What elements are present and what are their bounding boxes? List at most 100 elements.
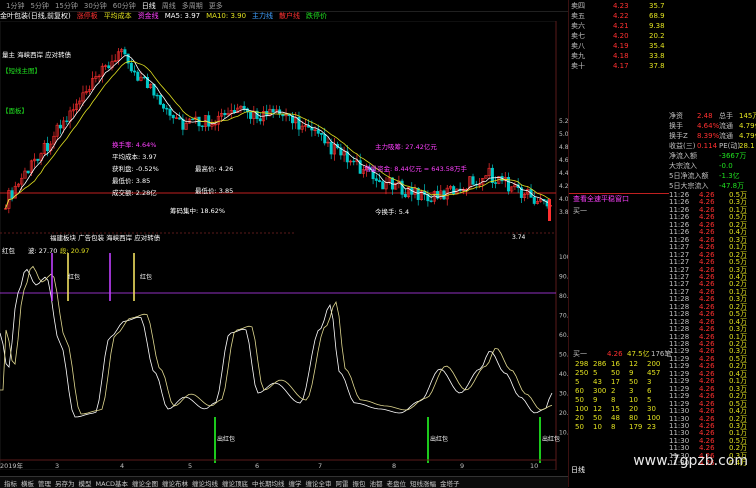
kline-chart[interactable]: 5.205.004.804.604.404.204.003.80100.090.…	[0, 21, 570, 470]
indicator-tab-17[interactable]: 短线涨幅	[410, 478, 436, 488]
sell-level-row: 卖六 4.21 9.38	[569, 22, 756, 31]
indicator-tab-16[interactable]: 老盘位	[386, 478, 406, 488]
queue-cell: 179	[629, 423, 643, 431]
indicator-tab-13[interactable]: 阿雷	[335, 478, 348, 488]
masked-region	[295, 232, 460, 258]
queue-cell: 9	[629, 369, 634, 377]
period-tab-3[interactable]: 30分钟	[84, 1, 107, 11]
queue-cell: 20	[629, 405, 638, 413]
indicator-tab-15[interactable]: 池都	[369, 478, 382, 488]
sell-level-vol: 37.8	[649, 62, 665, 70]
queue-cell: 8	[611, 423, 616, 431]
period-tab-4[interactable]: 60分钟	[113, 1, 136, 11]
vol-label: 成交额: 2.28亿	[112, 188, 157, 197]
watermark-text: www.7gpzb.com	[633, 453, 748, 469]
candle-body	[123, 49, 127, 55]
sell-level-price: 4.22	[613, 12, 629, 20]
sub-v2: 段: 20.97	[60, 246, 89, 255]
indicator-tab-3[interactable]: 另存为	[55, 478, 75, 488]
sell-level-vol: 35.7	[649, 2, 665, 10]
period-tab-8[interactable]: 更多	[209, 1, 223, 11]
indicator-tab-0[interactable]: 指标	[4, 478, 17, 488]
stat2-val: 28.1	[739, 142, 755, 150]
indicator-tab-8[interactable]: 缠论均线	[192, 478, 218, 488]
indicator-tab-18[interactable]: 金塔子	[440, 478, 460, 488]
turnover-today: 今换手: 5.4	[375, 207, 409, 216]
period-tab-2[interactable]: 15分钟	[55, 1, 78, 11]
sell-level-label: 卖六	[571, 22, 585, 30]
flow-key: 大宗流入	[669, 162, 697, 170]
queue-cell: 12	[629, 360, 638, 368]
sell-level-label: 卖四	[571, 2, 585, 10]
period-tab-6[interactable]: 周线	[162, 1, 176, 11]
indicator-tab-6[interactable]: 缠论全图	[132, 478, 158, 488]
candle-body	[65, 120, 69, 122]
queue-cell: 50	[575, 396, 584, 404]
flow-val: -1.3亿	[719, 172, 740, 180]
indicator-tab-5[interactable]: MACD基本	[96, 478, 128, 488]
indicator-tab-1[interactable]: 横板	[21, 478, 34, 488]
flow-row: 5日大宗流入 -47.8万	[569, 182, 756, 191]
stat2-key: 流通	[719, 122, 733, 130]
indicator-tab-7[interactable]: 缠论布林	[162, 478, 188, 488]
sell-level-vol: 20.2	[649, 32, 665, 40]
queue-price: 4.26	[607, 350, 623, 358]
queue-row: 20 50 48 80 100	[569, 414, 756, 423]
candle-body	[136, 71, 140, 81]
queue-row: 60 300 2 3 6	[569, 387, 756, 396]
queue-row: 5 43 17 50 3	[569, 378, 756, 387]
sell-level-price: 4.18	[613, 52, 629, 60]
stat-row: 换手Z 8.39%流通 4.79亿	[569, 132, 756, 141]
flow-val: -0.0	[719, 162, 733, 170]
queue-cell: 250	[575, 369, 589, 377]
low-label: 最低价: 3.85	[195, 186, 233, 195]
candle-body	[374, 178, 378, 181]
x-tick-label: 6	[255, 462, 259, 470]
sell-level-price: 4.21	[613, 22, 629, 30]
bottom-signal-label: 出红包	[217, 435, 235, 443]
candle-body	[471, 176, 475, 185]
top-signal-label: 红包	[68, 273, 80, 281]
queue-cell: 3	[647, 378, 652, 386]
chip-label: 筹码集中: 18.62%	[170, 206, 225, 215]
indicator-tab-4[interactable]: 模型	[79, 478, 92, 488]
queue-cell: 200	[647, 360, 661, 368]
sell-level-label: 卖九	[571, 52, 585, 60]
main-tag-2: 【面板】	[2, 106, 28, 115]
period-tab-7[interactable]: 多周期	[182, 1, 203, 11]
queue-cell: 10	[629, 396, 638, 404]
indicator-tab-11[interactable]: 缠学	[288, 478, 301, 488]
sell-level-row: 卖七 4.20 20.2	[569, 32, 756, 41]
flow-row: 5日净流入额 -1.3亿	[569, 172, 756, 181]
queue-cell: 48	[611, 414, 620, 422]
indicator-tab-9[interactable]: 缠论顶底	[222, 478, 248, 488]
indicator-tab-14[interactable]: 振包	[352, 478, 365, 488]
queue-cell: 10	[593, 423, 602, 431]
stat-key: 净资	[669, 112, 683, 120]
indicator-tab-2[interactable]: 管理	[38, 478, 51, 488]
sell-level-price: 4.23	[613, 2, 629, 10]
queue-cell: 50	[575, 423, 584, 431]
flow-val: -3667万	[719, 152, 747, 160]
indicator-tab-12[interactable]: 缠论全审	[305, 478, 331, 488]
queue-cell: 15	[611, 405, 620, 413]
queue-row: 298 286 16 12 200	[569, 360, 756, 369]
indicator-tab-10[interactable]: 中长期均线	[252, 478, 285, 488]
osc-line-2	[0, 265, 553, 415]
seg-5: 跌停价	[306, 12, 328, 20]
period-tab-0[interactable]: 1分钟	[6, 1, 24, 11]
x-tick-label: 3	[55, 462, 59, 470]
flow-key: 5日净流入额	[669, 172, 709, 180]
candle-body	[490, 167, 494, 183]
period-tab-1[interactable]: 5分钟	[30, 1, 48, 11]
queue-row: 50 9 8 10 5	[569, 396, 756, 405]
sub-name: 红包	[2, 246, 16, 255]
candle-body	[162, 103, 166, 109]
queue-cell: 5	[647, 396, 652, 404]
bottom-signal-label: 出红包	[542, 435, 560, 443]
stat-val: 0.114	[697, 142, 718, 150]
sell-level-price: 4.19	[613, 42, 629, 50]
period-tab-5[interactable]: 日线	[142, 1, 156, 11]
stat-row: 净资 2.48 总手 145万	[569, 112, 756, 121]
stat2-val: 145万	[739, 112, 756, 120]
